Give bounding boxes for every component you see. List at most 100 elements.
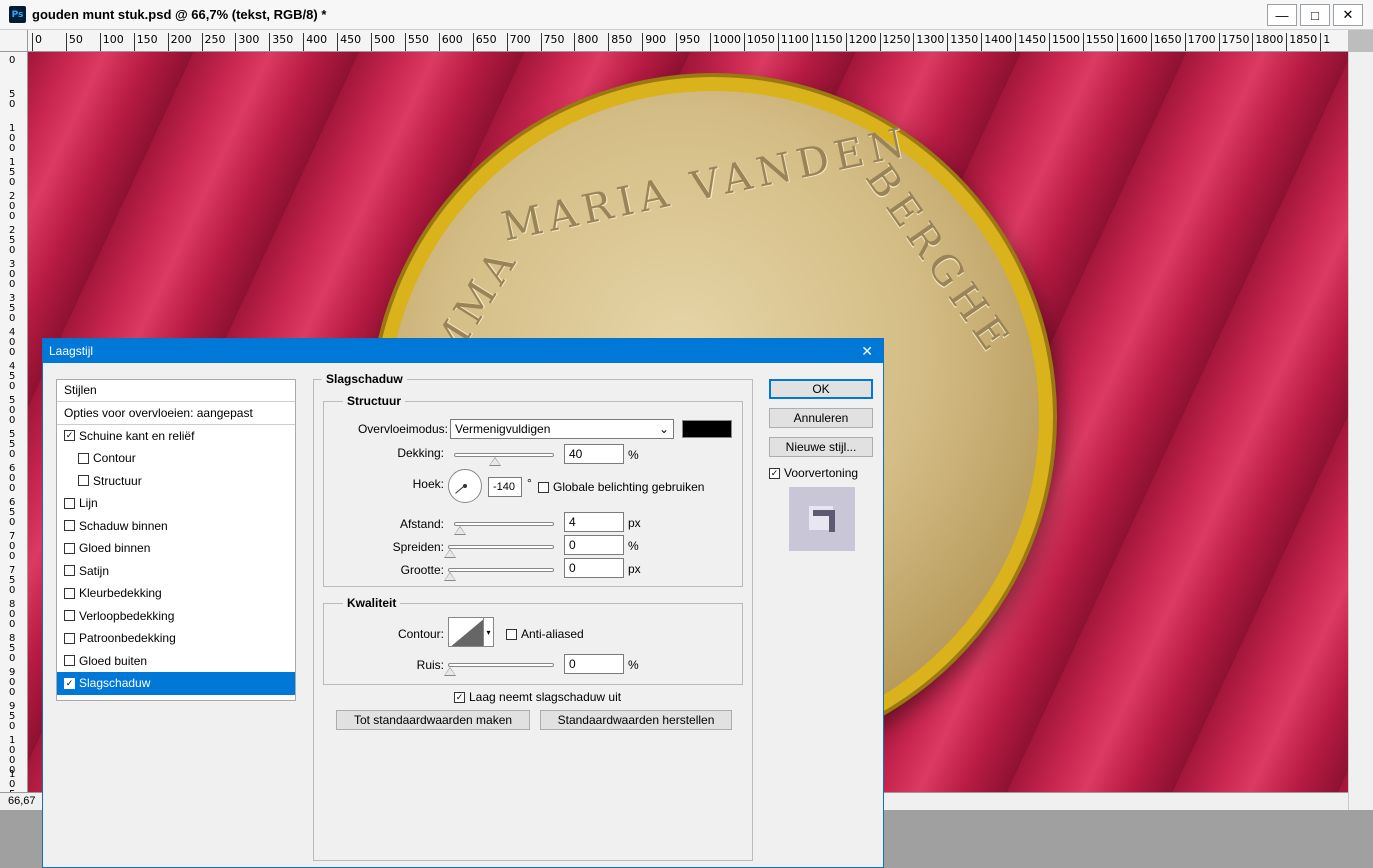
style-item-checkbox[interactable]: [64, 632, 75, 644]
style-item-checkbox[interactable]: [64, 610, 75, 622]
angle-dial-center-icon: [463, 484, 467, 488]
spread-slider-thumb[interactable]: [444, 549, 456, 558]
noise-unit: %: [628, 658, 639, 672]
style-item-checkbox[interactable]: [78, 475, 89, 487]
noise-slider[interactable]: [444, 663, 554, 676]
style-item[interactable]: Verloopbedekking: [57, 605, 295, 628]
vertical-scrollbar[interactable]: [1348, 52, 1373, 810]
dialog-close-icon[interactable]: ✕: [861, 339, 873, 363]
angle-unit: °: [527, 476, 532, 490]
quality-group: Kwaliteit Contour: ▾ Anti-aliased Ruis: …: [323, 596, 743, 685]
close-window-button[interactable]: ✕: [1333, 4, 1363, 26]
opacity-input[interactable]: 40: [564, 444, 624, 464]
maximize-button[interactable]: □: [1300, 4, 1330, 26]
style-item[interactable]: ✓ Slagschaduw: [57, 672, 295, 695]
ruler-h-tick: 650: [472, 33, 497, 51]
distance-unit: px: [628, 516, 641, 530]
style-item[interactable]: Structuur: [57, 470, 295, 493]
distance-input[interactable]: 4: [564, 512, 624, 532]
style-item[interactable]: Satijn: [57, 560, 295, 583]
style-item[interactable]: Gloed buiten: [57, 650, 295, 673]
size-slider-thumb[interactable]: [444, 572, 456, 581]
style-item-label: Gloed buiten: [79, 653, 148, 668]
make-default-button[interactable]: Tot standaardwaarden maken: [336, 710, 530, 730]
dialog-title: Laagstijl: [49, 344, 94, 358]
ruler-v-tick: 200: [9, 191, 16, 222]
style-item-label: Schuine kant en reliëf: [79, 428, 195, 443]
global-light-checkbox[interactable]: [538, 481, 549, 493]
style-item-label: Satijn: [79, 563, 110, 578]
ruler-v-tick: 350: [9, 293, 16, 324]
blend-mode-label: Overvloeimodus:: [357, 422, 448, 436]
style-item[interactable]: Kleurbedekking: [57, 582, 295, 605]
noise-label: Ruis:: [416, 658, 444, 672]
noise-slider-thumb[interactable]: [444, 667, 456, 676]
ruler-v-tick: 750: [9, 565, 16, 596]
ruler-v-tick: 250: [9, 225, 16, 256]
ruler-h-tick: 750: [540, 33, 565, 51]
size-label: Grootte:: [400, 563, 444, 577]
distance-slider[interactable]: [454, 522, 554, 535]
spread-unit: %: [628, 539, 639, 553]
ruler-h-tick: 1850: [1286, 33, 1317, 51]
knockout-checkbox[interactable]: ✓: [454, 691, 465, 703]
ruler-h-tick: 950: [676, 33, 700, 51]
styles-header[interactable]: Stijlen: [57, 380, 295, 402]
ruler-v-tick: 0: [9, 55, 16, 66]
style-item[interactable]: Lijn: [57, 492, 295, 515]
minimize-button[interactable]: —: [1267, 4, 1297, 26]
structure-title: Structuur: [343, 394, 405, 408]
chevron-down-icon: ⌄: [658, 422, 669, 436]
blending-options-item[interactable]: Opties voor overvloeien: aangepast: [57, 402, 295, 425]
ruler-h-tick: 1600: [1116, 33, 1148, 51]
size-slider[interactable]: [444, 568, 554, 581]
contour-picker[interactable]: ▾: [448, 617, 494, 647]
ruler-h-tick: 1400: [981, 33, 1012, 51]
style-item-checkbox[interactable]: [64, 520, 75, 532]
style-item-checkbox[interactable]: [64, 542, 75, 554]
ruler-h-tick: 1050: [743, 33, 775, 51]
spread-slider[interactable]: [444, 545, 554, 558]
style-item-checkbox[interactable]: [64, 565, 75, 577]
style-item[interactable]: Patroonbedekking: [57, 627, 295, 650]
anti-aliased-checkbox[interactable]: [506, 628, 517, 640]
reset-default-button[interactable]: Standaardwaarden herstellen: [540, 710, 732, 730]
style-item-label: Patroonbedekking: [79, 631, 176, 646]
ruler-v-tick: 700: [9, 531, 16, 562]
new-style-button[interactable]: Nieuwe stijl...: [769, 437, 873, 457]
opacity-slider-thumb[interactable]: [489, 457, 501, 466]
angle-input[interactable]: -140: [488, 477, 522, 497]
noise-input[interactable]: 0: [564, 654, 624, 674]
preview-checkbox[interactable]: ✓: [769, 467, 780, 479]
ruler-v-tick: 1050: [9, 769, 16, 793]
ruler-h-tick: 450: [337, 33, 361, 51]
style-item-checkbox[interactable]: [78, 452, 89, 464]
ruler-origin[interactable]: [0, 30, 28, 52]
vertical-ruler[interactable]: 0 50 100 150 200 250 300 350 400 450 500 550 600 650 7…: [0, 52, 28, 792]
style-item[interactable]: Gloed binnen: [57, 537, 295, 560]
style-item[interactable]: Contour: [57, 447, 295, 470]
ok-button[interactable]: OK: [769, 379, 873, 399]
angle-dial[interactable]: [448, 469, 482, 503]
style-item-checkbox[interactable]: ✓: [64, 430, 75, 442]
style-item-checkbox[interactable]: ✓: [64, 677, 75, 689]
distance-slider-thumb[interactable]: [454, 526, 466, 535]
style-item-checkbox[interactable]: [64, 497, 75, 509]
spread-input[interactable]: 0: [564, 535, 624, 555]
size-input[interactable]: 0: [564, 558, 624, 578]
ruler-v-tick: 950: [9, 701, 16, 732]
style-item[interactable]: ✓ Schuine kant en reliëf: [57, 425, 295, 448]
cancel-button[interactable]: Annuleren: [769, 408, 873, 428]
blend-mode-select[interactable]: Vermenigvuldigen ⌄: [450, 419, 674, 439]
ruler-h-tick: 550: [404, 33, 429, 51]
shadow-color-swatch[interactable]: [682, 420, 732, 438]
contour-label: Contour:: [397, 627, 444, 641]
style-item-checkbox[interactable]: [64, 655, 75, 667]
window-controls: — □ ✕: [1267, 4, 1363, 26]
style-item[interactable]: Schaduw binnen: [57, 515, 295, 538]
opacity-slider[interactable]: [454, 453, 554, 466]
contour-dropdown-icon[interactable]: ▾: [484, 617, 494, 647]
style-item-checkbox[interactable]: [64, 587, 75, 599]
horizontal-ruler[interactable]: 0 50 100 150 200 250 300 350 400 450 500 550 600 650 7…: [28, 30, 1348, 52]
ruler-h-tick: 800: [574, 33, 598, 51]
